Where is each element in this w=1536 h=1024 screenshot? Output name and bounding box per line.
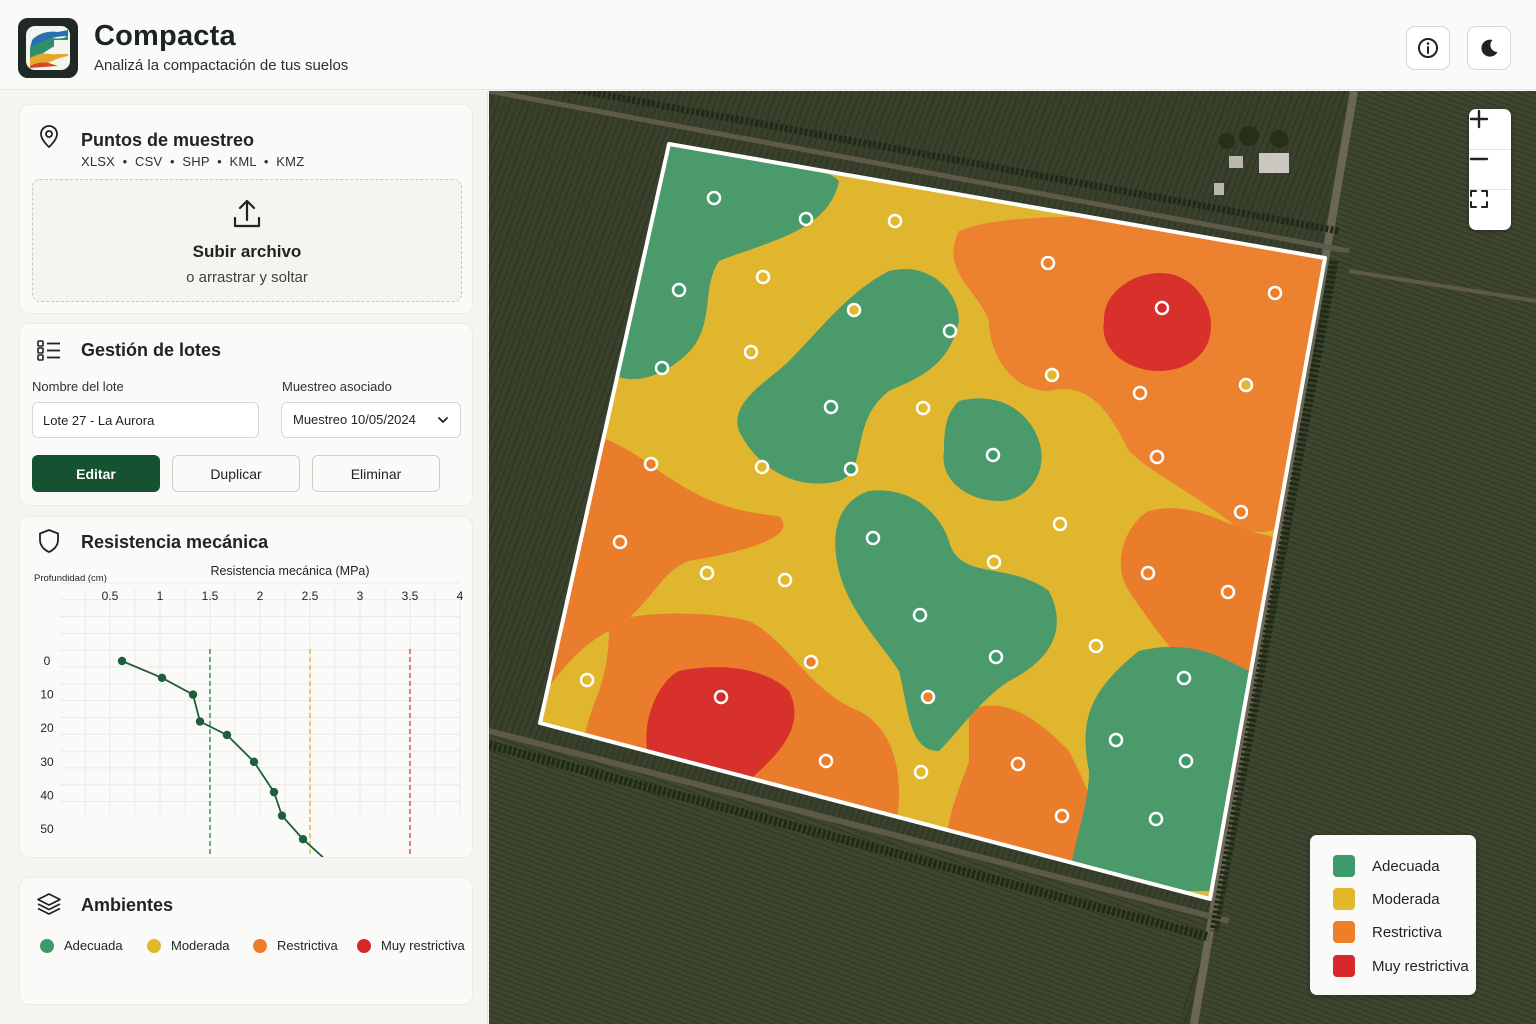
file-dropzone[interactable]: Subir archivo o arrastrar y soltar — [32, 179, 462, 302]
info-button[interactable] — [1406, 26, 1450, 70]
zoom-out-button[interactable] — [1469, 149, 1511, 189]
map-legend: Adecuada Moderada Restrictiva Muy restri… — [1310, 835, 1476, 995]
x-tick-label: 3.5 — [402, 589, 419, 603]
data-point — [188, 690, 198, 699]
resistance-title: Resistencia mecánica — [81, 532, 269, 552]
lot-management-title: Gestión de lotes — [81, 340, 222, 360]
edit-button[interactable]: Editar — [32, 455, 160, 492]
x-tick-label: 0.5 — [102, 589, 119, 603]
data-point — [269, 787, 279, 797]
legend-dot — [253, 938, 267, 953]
lot-name-input[interactable] — [32, 402, 259, 438]
app-header: Compacta Analizá la compactación de tus … — [0, 0, 1536, 90]
map-legend-label: Restrictiva — [1372, 923, 1443, 941]
plus-icon — [1469, 109, 1489, 129]
legend-label: Muy restrictiva — [381, 938, 465, 953]
sampling-select[interactable]: Muestreo 10/05/2024 — [281, 402, 461, 438]
duplicate-button[interactable]: Duplicar — [172, 455, 300, 492]
legend-dot — [147, 938, 161, 953]
y-tick-label: 50 — [40, 822, 54, 836]
app-title: Compacta — [94, 20, 236, 52]
data-point — [277, 811, 287, 820]
legend-item-adecuada: Adecuada — [40, 938, 123, 953]
legend-swatch — [1333, 955, 1355, 977]
map-legend-label: Muy restrictiva — [1372, 957, 1469, 975]
app-subtitle: Analizá la compactación de tus suelos — [94, 57, 349, 74]
y-tick-label: 10 — [40, 688, 54, 702]
y-tick-label: 60 — [40, 856, 54, 857]
fullscreen-icon — [1470, 190, 1488, 208]
legend-swatch — [1333, 921, 1355, 943]
x-tick-label: 1.5 — [202, 589, 219, 603]
legend-swatch — [1333, 855, 1355, 877]
map-legend-item-adecuada: Adecuada — [1333, 855, 1440, 877]
zoom-in-button[interactable] — [1469, 109, 1511, 149]
y-tick-label: 20 — [40, 721, 54, 735]
map-legend-label: Adecuada — [1372, 857, 1440, 875]
map-legend-item-muy-restrictiva: Muy restrictiva — [1333, 955, 1469, 977]
legend-label: Adecuada — [64, 938, 123, 953]
x-tick-label: 1 — [157, 589, 164, 603]
y-axis-title: Profundidad (cm) — [34, 573, 107, 584]
map-legend-label: Moderada — [1372, 890, 1440, 908]
legend-label: Moderada — [171, 938, 230, 953]
sidebar: Puntos de muestreo XLSX • CSV • SHP • KM… — [0, 91, 488, 1024]
list-icon — [36, 337, 62, 363]
minus-icon — [1469, 157, 1489, 161]
chevron-down-icon — [438, 417, 448, 423]
data-point — [249, 757, 259, 767]
upload-subtitle: o arrastrar y soltar — [186, 269, 308, 286]
resistance-card: Resistencia mecánica Profundidad (cm) Res… — [19, 516, 473, 858]
environments-title: Ambientes — [81, 895, 174, 915]
upload-title: Subir archivo — [192, 242, 302, 261]
map-legend-item-moderada: Moderada — [1333, 888, 1440, 910]
x-tick-label: 2.5 — [302, 589, 319, 603]
sampling-select-value: Muestreo 10/05/2024 — [293, 412, 416, 427]
sampling-points-title: Puntos de muestreo — [81, 130, 255, 150]
data-point — [195, 717, 205, 726]
zoom-controls — [1469, 109, 1511, 230]
lot-management-card: Gestión de lotes Nombre del lote Muestre… — [19, 323, 473, 506]
fullscreen-button[interactable] — [1469, 189, 1511, 229]
legend-item-restrictiva: Restrictiva — [253, 938, 338, 953]
y-tick-label: 0 — [44, 654, 51, 668]
resistance-chart: Profundidad (cm) Resistencia mecánica (MP… — [34, 564, 464, 857]
legend-dot — [40, 938, 54, 953]
y-tick-label: 30 — [40, 755, 54, 769]
sampling-points-card: Puntos de muestreo XLSX • CSV • SHP • KM… — [19, 104, 473, 314]
x-tick-label: 3 — [357, 589, 364, 603]
legend-item-muy-restrictiva: Muy restrictiva — [357, 938, 465, 953]
map-view[interactable]: Adecuada Moderada Restrictiva Muy restri… — [489, 91, 1536, 1024]
y-tick-label: 40 — [40, 788, 54, 802]
supported-formats: XLSX • CSV • SHP • KML • KMZ — [81, 154, 305, 169]
map-legend-item-restrictiva: Restrictiva — [1333, 921, 1442, 943]
lot-name-label: Nombre del lote — [32, 379, 124, 394]
delete-button[interactable]: Eliminar — [312, 455, 440, 492]
legend-item-moderada: Moderada — [147, 938, 230, 953]
map-pin-icon — [36, 124, 62, 150]
data-point — [157, 673, 167, 683]
x-tick-label: 2 — [257, 589, 264, 603]
data-point — [117, 656, 127, 666]
layers-icon — [36, 891, 62, 917]
upload-icon — [233, 199, 261, 228]
info-icon — [1418, 38, 1438, 58]
legend-label: Restrictiva — [277, 938, 338, 953]
data-point — [222, 730, 232, 740]
sampling-select-label: Muestreo asociado — [282, 379, 392, 394]
moon-icon — [1481, 39, 1498, 57]
app-logo — [18, 18, 78, 78]
legend-dot — [357, 938, 371, 953]
legend-swatch — [1333, 888, 1355, 910]
x-tick-label: 4 — [457, 589, 464, 603]
theme-toggle-button[interactable] — [1467, 26, 1511, 70]
x-axis-title: Resistencia mecánica (MPa) — [210, 564, 369, 578]
environments-card: Ambientes Adecuada Moderada Restrictiva … — [19, 877, 473, 1005]
shield-icon — [36, 528, 62, 554]
data-point — [298, 835, 308, 844]
